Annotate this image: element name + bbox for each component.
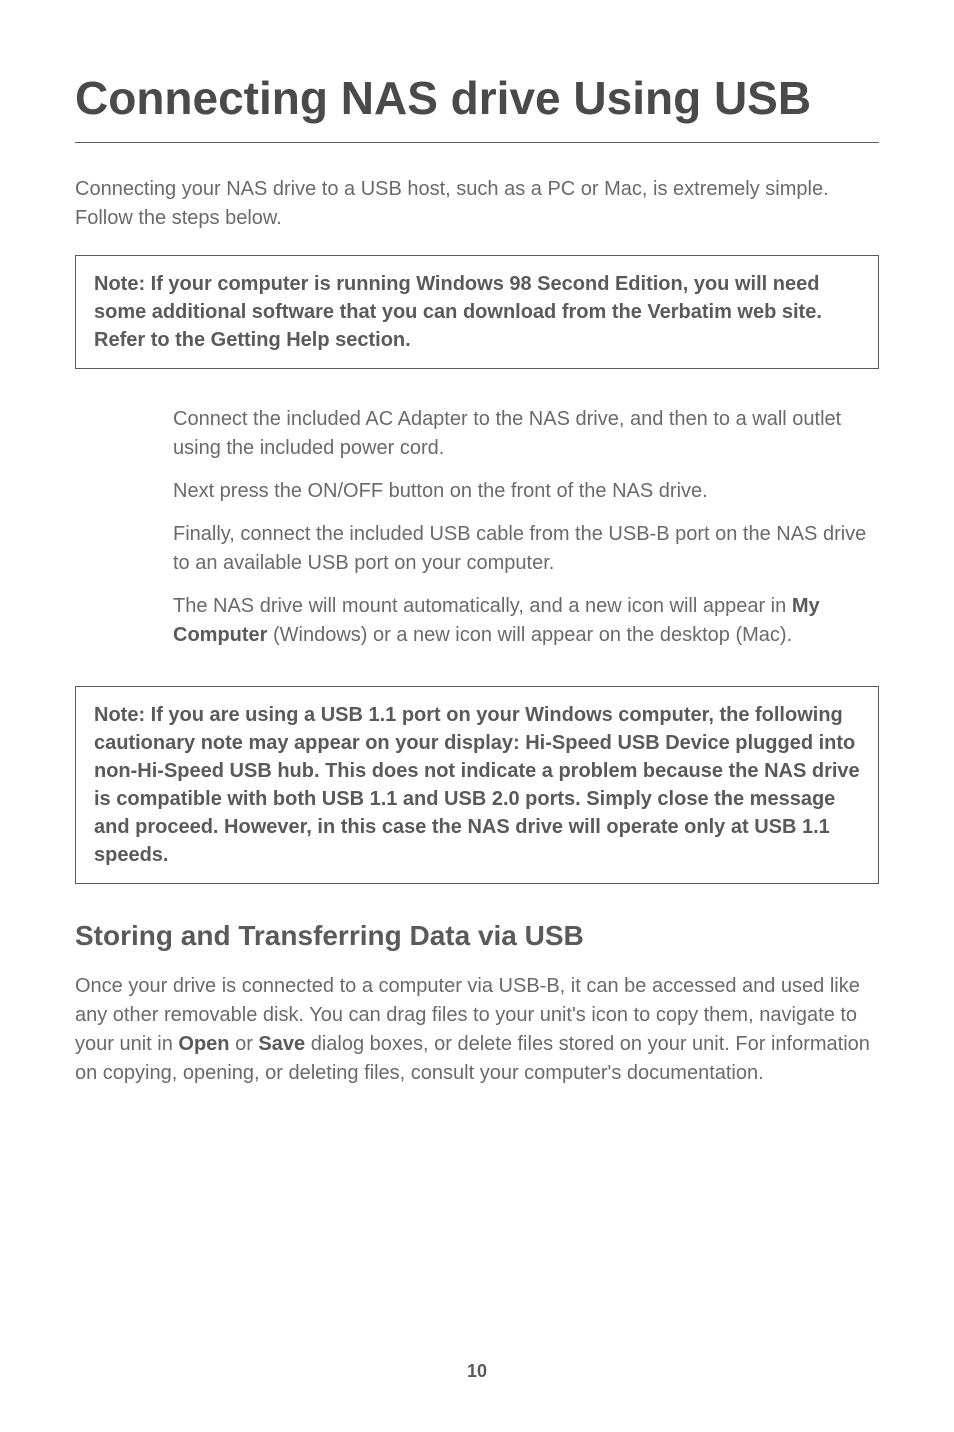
steps-list: Connect the included AC Adapter to the N… (75, 405, 879, 650)
section-heading-storing: Storing and Transferring Data via USB (75, 920, 879, 952)
step-4-text-a: The NAS drive will mount automatically, … (173, 595, 792, 617)
step-4: The NAS drive will mount automatically, … (173, 592, 869, 650)
intro-paragraph: Connecting your NAS drive to a USB host,… (75, 175, 879, 233)
step-1: Connect the included AC Adapter to the N… (173, 405, 869, 463)
title-underline (75, 142, 879, 143)
save-label: Save (258, 1033, 305, 1055)
note-box-win98: Note: If your computer is running Window… (75, 255, 879, 369)
step-2: Next press the ON/OFF button on the fron… (173, 477, 869, 506)
page-title: Connecting NAS drive Using USB (75, 70, 879, 128)
body-text-b: or (230, 1033, 259, 1055)
step-4-text-b: (Windows) or a new icon will appear on t… (267, 624, 792, 646)
page-number: 10 (0, 1361, 954, 1382)
note-box-usb11: Note: If you are using a USB 1.1 port on… (75, 686, 879, 884)
body-paragraph: Once your drive is connected to a comput… (75, 972, 879, 1088)
step-3: Finally, connect the included USB cable … (173, 520, 869, 578)
open-label: Open (178, 1033, 229, 1055)
